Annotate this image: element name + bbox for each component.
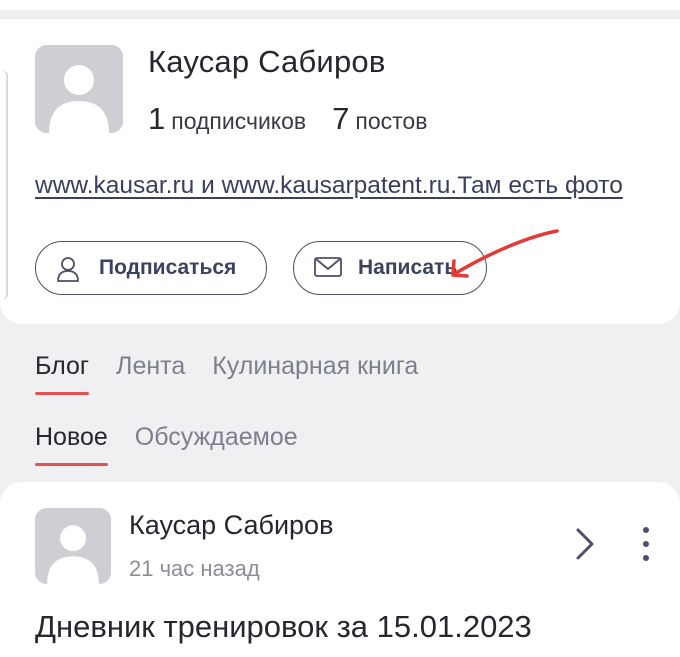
- write-message-label: Написать: [358, 256, 458, 279]
- bio-link[interactable]: www.kausar.ru и www.kausarpatent.ru.Там …: [35, 167, 680, 205]
- posts-label[interactable]: постов: [355, 108, 427, 135]
- profile-name: Каусар Сабиров: [148, 44, 386, 79]
- subscribe-label: Подписаться: [99, 256, 237, 279]
- subscribe-button[interactable]: Подписаться: [35, 241, 267, 295]
- top-strip: [0, 0, 680, 10]
- user-silhouette-icon: [35, 508, 111, 584]
- envelope-icon: [314, 256, 342, 283]
- profile-card: Каусар Сабиров 1 подписчиков 7 постов ww…: [0, 18, 680, 324]
- tab-cookbook[interactable]: Кулинарная книга: [212, 352, 418, 395]
- post-card[interactable]: Каусар Сабиров 21 час назад Дневник трен…: [0, 482, 680, 657]
- post-title[interactable]: Дневник тренировок за 15.01.2023: [35, 609, 532, 645]
- left-edge-handle: [0, 70, 8, 300]
- profile-page: Каусар Сабиров 1 подписчиков 7 постов ww…: [0, 0, 680, 657]
- user-silhouette-icon: [35, 45, 123, 133]
- profile-avatar[interactable]: [35, 45, 123, 133]
- main-tabs: Блог Лента Кулинарная книга: [35, 352, 445, 395]
- tab-new[interactable]: Новое: [35, 423, 108, 466]
- post-author-avatar[interactable]: [35, 508, 111, 584]
- sub-tabs: Новое Обсуждаемое: [35, 423, 325, 466]
- tab-feed[interactable]: Лента: [116, 352, 185, 395]
- write-message-button[interactable]: Написать: [293, 241, 487, 295]
- tab-blog[interactable]: Блог: [35, 352, 90, 395]
- posts-count[interactable]: 7: [332, 101, 349, 137]
- post-timestamp: 21 час назад: [129, 556, 260, 581]
- post-author-name[interactable]: Каусар Сабиров: [129, 510, 333, 541]
- subscribers-label[interactable]: подписчиков: [171, 108, 306, 135]
- subscribers-count[interactable]: 1: [148, 101, 165, 137]
- chevron-right-icon[interactable]: [572, 526, 598, 567]
- profile-stats: 1 подписчиков 7 постов: [148, 101, 427, 137]
- more-vertical-icon[interactable]: [640, 524, 652, 569]
- tab-discussed[interactable]: Обсуждаемое: [135, 423, 298, 466]
- person-icon: [56, 256, 80, 287]
